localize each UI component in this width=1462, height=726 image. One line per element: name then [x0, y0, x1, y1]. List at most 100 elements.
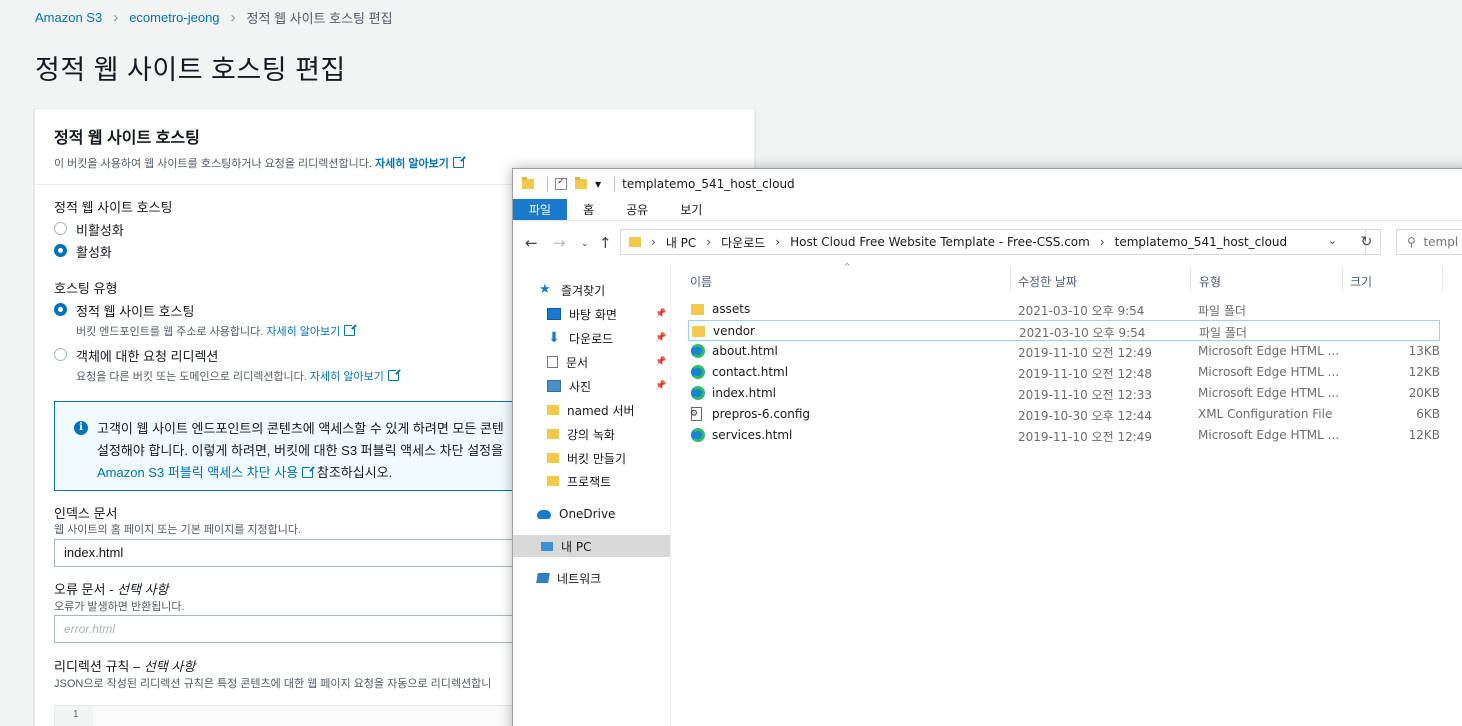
table-row[interactable]: contact.html 2019-11-10 오전 12:48 Microso…: [688, 362, 1440, 383]
learn-more-link[interactable]: 자세히 알아보기: [266, 326, 340, 338]
nav-label: 버킷 만들기: [567, 451, 627, 466]
window-title: templatemo_541_host_cloud: [622, 177, 795, 191]
pin-icon[interactable]: 📌: [655, 381, 666, 391]
chevron-right-icon: ›: [230, 9, 236, 26]
edge-icon: [691, 344, 705, 358]
file-date: 2019-11-10 오전 12:33: [1018, 388, 1153, 402]
forward-arrow-icon[interactable]: →: [553, 234, 566, 252]
redirect-rules-label-text: 리디렉션 규칙 –: [54, 659, 144, 674]
optional-label: 선택 사항: [143, 659, 196, 674]
table-row[interactable]: vendor 2021-03-10 오후 9:54 파일 폴더: [688, 320, 1440, 341]
table-row[interactable]: assets 2021-03-10 오후 9:54 파일 폴더: [688, 299, 1440, 320]
breadcrumb-s3[interactable]: Amazon S3: [35, 10, 102, 25]
external-link-icon: [302, 465, 316, 478]
tab-file[interactable]: 파일: [513, 199, 568, 220]
back-arrow-icon[interactable]: ←: [525, 234, 538, 252]
file-explorer-window: ▼ templatemo_541_host_cloud 파일 홈 공유 보기 ←…: [512, 168, 1462, 726]
document-icon: [547, 356, 558, 368]
column-size[interactable]: 크기: [1350, 273, 1372, 290]
address-bar[interactable]: › 내 PC › 다운로드 › Host Cloud Free Website …: [620, 229, 1366, 255]
search-input[interactable]: ⚲ templ: [1396, 229, 1462, 255]
radio-enable[interactable]: 활성화: [54, 242, 112, 261]
chevron-down-icon[interactable]: ⌄: [1328, 234, 1337, 247]
tab-view[interactable]: 보기: [664, 199, 718, 220]
path-current[interactable]: templatemo_541_host_cloud: [1115, 235, 1288, 249]
hosting-type-label: 호스팅 유형: [54, 281, 118, 296]
refresh-icon[interactable]: ↻: [1353, 229, 1381, 255]
tab-home[interactable]: 홈: [567, 199, 610, 220]
nav-documents[interactable]: 문서: [547, 351, 588, 373]
table-row[interactable]: index.html 2019-11-10 오전 12:33 Microsoft…: [688, 383, 1440, 404]
info-icon: i: [74, 421, 88, 435]
static-desc-text: 버킷 엔드포인트를 웹 주소로 사용합니다.: [76, 326, 264, 338]
column-name[interactable]: 이름: [690, 273, 712, 290]
radio-redirect[interactable]: 객체에 대한 요청 리디렉션 요청을 다른 버킷 또는 도메인으로 리디렉션합니…: [54, 346, 401, 384]
radio-disable[interactable]: 비활성화: [54, 220, 124, 239]
info-link[interactable]: Amazon S3 퍼블릭 액세스 차단 사용: [97, 465, 298, 480]
learn-more-link[interactable]: 자세히 알아보기: [375, 158, 449, 170]
line-number: 1: [55, 706, 93, 726]
radio-static-hosting[interactable]: 정적 웹 사이트 호스팅 버킷 엔드포인트를 웹 주소로 사용합니다. 자세히 …: [54, 301, 358, 339]
nav-network[interactable]: 네트워크: [536, 567, 601, 589]
nav-lecture-recording[interactable]: 강의 녹화: [547, 423, 615, 445]
file-name: assets: [712, 302, 751, 316]
nav-label: named 서버: [567, 403, 635, 418]
column-divider[interactable]: [1190, 267, 1191, 291]
column-divider[interactable]: [1442, 267, 1443, 291]
radio-disable-label: 비활성화: [76, 223, 124, 238]
path-this-pc[interactable]: 내 PC: [666, 234, 696, 251]
nav-make-bucket[interactable]: 버킷 만들기: [547, 447, 626, 469]
file-size: 6KB: [1416, 407, 1440, 421]
search-icon: ⚲: [1407, 235, 1416, 249]
nav-pictures[interactable]: 사진: [547, 375, 591, 397]
breadcrumb-bucket[interactable]: ecometro-jeong: [129, 10, 219, 25]
info-tail: 참조하십시오.: [316, 465, 393, 480]
external-link-icon: [344, 323, 358, 336]
pin-icon[interactable]: 📌: [655, 309, 666, 319]
up-arrow-icon[interactable]: ↑: [599, 234, 612, 252]
nav-onedrive[interactable]: OneDrive: [537, 503, 615, 525]
divider: [614, 177, 616, 191]
file-type: 파일 폴더: [1198, 304, 1246, 318]
nav-desktop[interactable]: 바탕 화면: [547, 303, 617, 325]
file-list: ^ 이름 수정한 날짜 유형 크기 assets 2021-03-10 오후 9…: [672, 262, 1462, 726]
navigation-bar: ← → ⌄ ↑ › 내 PC › 다운로드 › Host Cloud Free …: [513, 221, 1462, 265]
properties-icon[interactable]: [555, 176, 567, 190]
file-type: Microsoft Edge HTML ...: [1198, 344, 1340, 358]
nav-quick-access[interactable]: ★ 즐겨찾기: [539, 279, 605, 301]
folder-icon: [522, 177, 534, 189]
pin-icon[interactable]: 📌: [655, 357, 666, 367]
sort-up-icon: ^: [844, 262, 851, 271]
error-doc-label: 오류 문서 - 선택 사항: [54, 579, 168, 598]
tab-share[interactable]: 공유: [610, 199, 664, 220]
edge-icon: [691, 428, 705, 442]
file-type: Microsoft Edge HTML ...: [1198, 386, 1340, 400]
path-downloads[interactable]: 다운로드: [721, 234, 765, 251]
table-row[interactable]: services.html 2019-11-10 오전 12:49 Micros…: [688, 425, 1440, 446]
table-row[interactable]: prepros-6.config 2019-10-30 오후 12:44 XML…: [688, 404, 1440, 425]
column-type[interactable]: 유형: [1199, 273, 1221, 290]
nav-label: 즐겨찾기: [561, 283, 606, 298]
file-size: 20KB: [1408, 386, 1440, 400]
column-divider[interactable]: [1010, 267, 1011, 291]
nav-project[interactable]: 프로잭트: [547, 470, 611, 492]
column-divider[interactable]: [1342, 267, 1343, 291]
new-folder-icon[interactable]: [575, 177, 587, 189]
table-row[interactable]: about.html 2019-11-10 오전 12:49 Microsoft…: [688, 341, 1440, 362]
download-icon: ⬇: [548, 330, 560, 346]
nav-named-server[interactable]: named 서버: [547, 399, 635, 421]
recent-chevron-icon[interactable]: ⌄: [581, 239, 589, 249]
file-type: XML Configuration File: [1198, 407, 1333, 421]
learn-more-link[interactable]: 자세히 알아보기: [310, 371, 384, 383]
chevron-down-icon[interactable]: ▼: [595, 180, 601, 189]
nav-downloads[interactable]: ⬇ 다운로드: [547, 327, 613, 349]
file-name: services.html: [712, 428, 793, 442]
nav-this-pc[interactable]: 내 PC: [513, 535, 670, 557]
file-name: index.html: [712, 386, 776, 400]
file-name: contact.html: [712, 365, 789, 379]
column-date[interactable]: 수정한 날짜: [1018, 273, 1077, 290]
path-template[interactable]: Host Cloud Free Website Template - Free-…: [790, 235, 1090, 249]
external-link-icon: [387, 368, 401, 381]
pin-icon[interactable]: 📌: [655, 333, 666, 343]
file-size: 12KB: [1408, 428, 1440, 442]
